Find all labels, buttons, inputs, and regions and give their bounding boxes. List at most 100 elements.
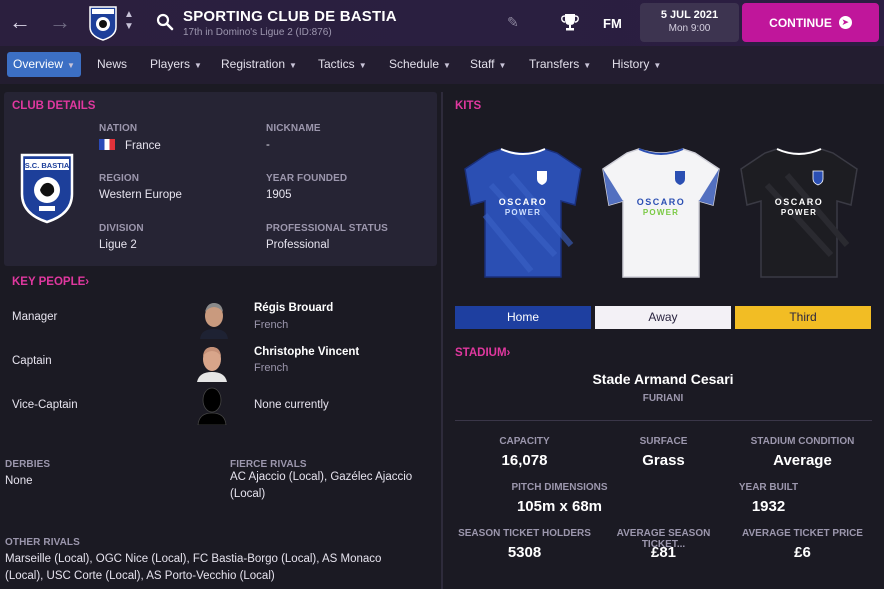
key-people-title-text: KEY PEOPLE — [12, 276, 86, 288]
nation-text: France — [125, 140, 161, 152]
third-kit-button[interactable]: Third — [735, 306, 871, 329]
france-flag-icon — [99, 139, 115, 150]
role-label: Manager — [12, 311, 58, 323]
stadium-divider — [455, 420, 872, 421]
tab-overview[interactable]: Overview ▼ — [7, 52, 81, 77]
club-crest-large: S.C. BASTIA — [20, 153, 74, 224]
fierce-rivals-line-1[interactable]: AC Ajaccio (Local), Gazélec Ajaccio — [230, 471, 412, 483]
pitch-dimensions-label: PITCH DIMENSIONS — [511, 482, 608, 493]
tab-label: Staff — [470, 57, 495, 71]
sponsor-line-1: OSCARO — [775, 197, 824, 207]
status-label: PROFESSIONAL STATUS — [266, 223, 388, 234]
role-label: Captain — [12, 355, 52, 367]
sponsor-line-1: OSCARO — [637, 197, 686, 207]
pencil-icon[interactable]: ✎ — [507, 14, 523, 30]
chevron-down-icon: ▼ — [67, 61, 75, 70]
surface-label: SURFACE — [639, 436, 688, 447]
stadium-title[interactable]: STADIUM› — [455, 347, 510, 359]
fierce-rivals-line-2: (Local) — [230, 488, 266, 500]
capacity-label: CAPACITY — [499, 436, 550, 447]
fm-logo[interactable]: FM — [603, 16, 622, 31]
condition-label: STADIUM CONDITION — [750, 436, 855, 447]
year-built-value: 1932 — [751, 498, 786, 515]
third-kit-shirt[interactable]: OSCARO POWER — [737, 145, 861, 283]
away-kit-button[interactable]: Away — [595, 306, 731, 329]
current-time: Mon 9:00 — [668, 23, 711, 34]
chevron-down-icon: ▼ — [498, 61, 507, 70]
arrow-right-icon[interactable]: → — [48, 11, 72, 35]
sponsor-line-2: POWER — [643, 208, 679, 217]
chevron-down-icon: ▼ — [289, 61, 297, 70]
trophy-icon[interactable] — [561, 12, 579, 32]
tab-registration[interactable]: Registration ▼ — [215, 52, 303, 77]
capacity-value: 16,078 — [501, 452, 548, 469]
sponsor-line-2: POWER — [505, 208, 541, 217]
chevron-right-icon: › — [506, 347, 511, 359]
tab-news[interactable]: News — [91, 52, 133, 77]
other-rivals-line-2[interactable]: (Local), USC Corte (Local), AS Porto-Vec… — [5, 570, 275, 582]
crest-text: S.C. BASTIA — [25, 161, 70, 170]
continue-button[interactable]: CONTINUE ➤ — [742, 3, 879, 42]
tab-players[interactable]: Players ▼ — [144, 52, 208, 77]
tab-label: News — [97, 57, 128, 71]
home-kit-shirt[interactable]: OSCARO POWER — [461, 145, 585, 283]
silhouette-icon — [197, 387, 227, 425]
manager-name[interactable]: Régis Brouard — [254, 302, 333, 314]
top-bar: ← → ▲ ▼ SPORTING CLUB DE BASTIA 17th in D… — [0, 0, 884, 46]
derbies-value: None — [5, 475, 33, 487]
avg-ticket-price-value: £6 — [794, 544, 811, 561]
nation-value: France — [99, 139, 161, 152]
chevron-down-icon: ▼ — [358, 61, 367, 70]
club-switch-icon[interactable]: ▲ ▼ — [122, 9, 136, 33]
season-ticket-holders-value: 5308 — [507, 544, 542, 561]
date-display[interactable]: 5 JUL 2021 Mon 9:00 — [640, 3, 739, 42]
status-value: Professional — [266, 239, 330, 251]
division-label: DIVISION — [99, 223, 144, 234]
club-crest-icon[interactable] — [88, 5, 118, 41]
stadium-title-text: STADIUM — [455, 347, 507, 359]
tab-label: Schedule — [389, 57, 440, 71]
sponsor-line-1: OSCARO — [499, 197, 548, 207]
continue-label: CONTINUE — [769, 15, 832, 30]
arrow-circle-icon: ➤ — [838, 16, 852, 29]
season-ticket-holders-label: SEASON TICKET HOLDERS — [458, 528, 591, 539]
manager-nationality: French — [254, 319, 289, 331]
other-rivals-line-1[interactable]: Marseille (Local), OGC Nice (Local), FC … — [5, 553, 381, 565]
role-label: Vice-Captain — [12, 399, 78, 411]
home-kit-button[interactable]: Home — [455, 306, 591, 329]
year-founded-value: 1905 — [266, 189, 292, 201]
captain-name[interactable]: Christophe Vincent — [254, 346, 359, 358]
manager-portrait[interactable] — [197, 299, 231, 339]
region-label: REGION — [99, 173, 140, 184]
chevron-right-icon: › — [85, 276, 90, 288]
arrow-left-icon[interactable]: ← — [8, 11, 32, 35]
tab-label: Overview — [13, 57, 64, 71]
derbies-label: DERBIES — [5, 459, 51, 470]
tab-transfers[interactable]: Transfers ▼ — [523, 52, 597, 77]
tab-label: Transfers — [529, 57, 580, 71]
chevron-down-icon: ▼ — [443, 61, 451, 70]
chevron-down-icon: ▼ — [194, 61, 202, 70]
club-title: SPORTING CLUB DE BASTIA — [183, 8, 397, 25]
tab-label: Players — [150, 57, 191, 71]
search-icon[interactable] — [156, 13, 174, 31]
division-value[interactable]: Ligue 2 — [99, 239, 137, 251]
tab-schedule[interactable]: Schedule ▼ — [383, 52, 457, 77]
tab-label: Tactics — [318, 57, 355, 71]
tab-bar: Overview ▼ News Players ▼ Registration ▼ Ta… — [0, 46, 884, 84]
chevron-down-icon: ▼ — [653, 61, 662, 70]
chevron-down-icon: ▼ — [583, 61, 592, 70]
tab-label: Registration — [221, 57, 286, 71]
tab-tactics[interactable]: Tactics ▼ — [312, 52, 373, 77]
nickname-label: NICKNAME — [266, 123, 321, 134]
avg-season-ticket-value: £81 — [650, 544, 677, 561]
away-kit-shirt[interactable]: OSCARO POWER — [599, 145, 723, 283]
tab-history[interactable]: History ▼ — [606, 52, 667, 77]
year-built-label: YEAR BUILT — [738, 482, 799, 493]
pitch-dimensions-value: 105m x 68m — [516, 498, 603, 515]
key-people-title[interactable]: KEY PEOPLE› — [12, 276, 89, 288]
sponsor-line-2: POWER — [781, 208, 817, 217]
captain-portrait[interactable] — [195, 342, 229, 382]
tab-staff[interactable]: Staff ▼ — [464, 52, 512, 77]
column-divider — [441, 92, 443, 589]
